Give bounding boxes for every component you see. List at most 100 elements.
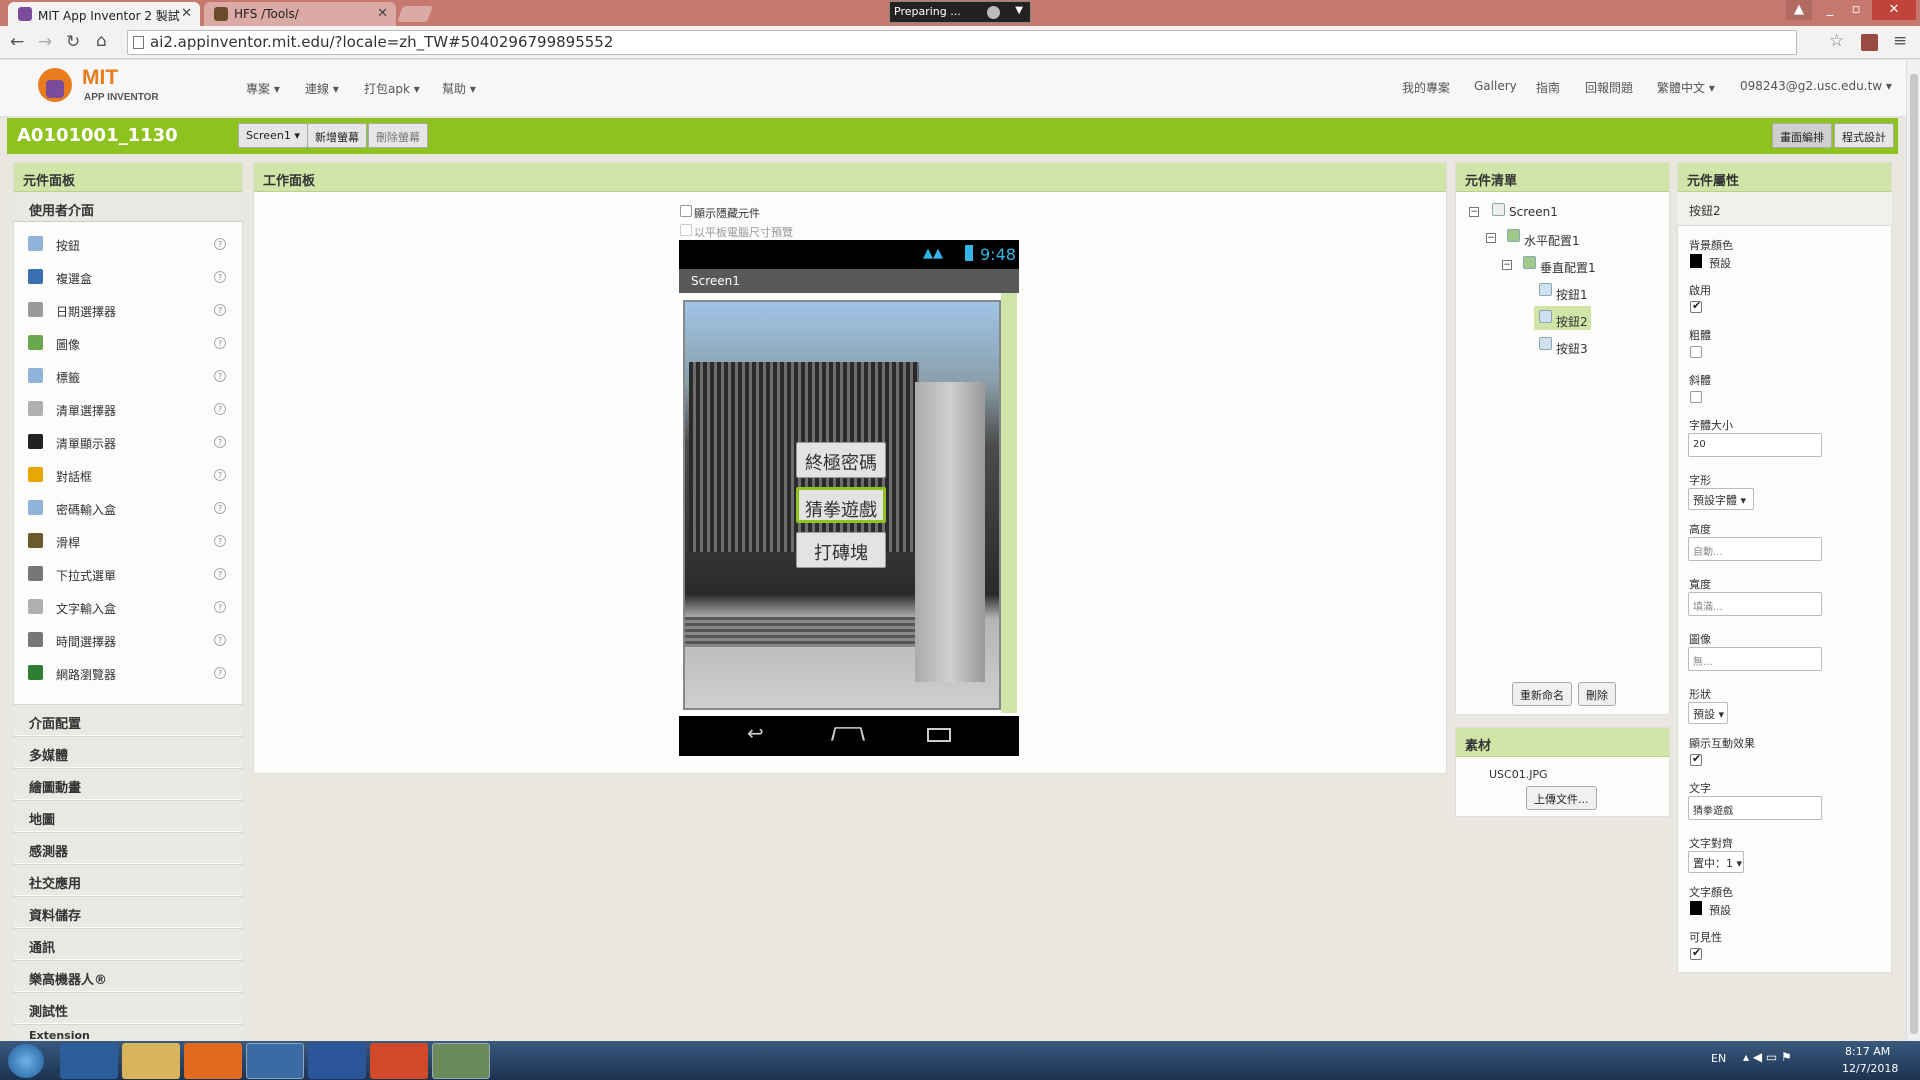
word-icon[interactable] xyxy=(308,1043,366,1079)
tree-item-screen1[interactable]: Screen1 xyxy=(1509,205,1558,219)
show-hidden-checkbox[interactable] xyxy=(680,205,692,217)
file-explorer-icon[interactable] xyxy=(122,1043,180,1079)
bold-checkbox[interactable] xyxy=(1690,346,1702,358)
palette-item-image[interactable]: 圖像? xyxy=(13,327,243,360)
media-file[interactable]: USC01.JPG xyxy=(1489,768,1548,781)
tree-item-vertical-arrangement[interactable]: 垂直配置1 xyxy=(1540,259,1596,276)
powerpoint-icon[interactable] xyxy=(370,1043,428,1079)
text-color-value[interactable]: 預設 xyxy=(1709,902,1731,918)
feedback-checkbox[interactable] xyxy=(1690,752,1702,766)
palette-item-passwordtextbox[interactable]: 密碼輸入盒? xyxy=(13,492,243,525)
text-color-swatch[interactable] xyxy=(1690,901,1702,915)
page-scrollbar[interactable] xyxy=(1906,60,1920,1041)
help-icon[interactable]: ? xyxy=(214,502,226,514)
palette-item-webviewer[interactable]: 網路瀏覽器? xyxy=(13,657,243,690)
upload-file-button[interactable]: 上傳文件... xyxy=(1526,786,1597,810)
forward-icon[interactable]: → xyxy=(38,32,52,52)
palette-category-lego[interactable]: 樂高機器人® xyxy=(13,960,243,991)
chevron-down-icon[interactable]: ▼ xyxy=(1015,5,1023,16)
menu-build[interactable]: 打包apk ▾ xyxy=(364,80,420,97)
palette-item-checkbox[interactable]: 複選盒? xyxy=(13,261,243,294)
shape-select[interactable]: 預設 ▾ xyxy=(1688,702,1728,724)
help-icon[interactable]: ? xyxy=(214,568,226,580)
back-icon[interactable]: ← xyxy=(10,32,24,52)
help-icon[interactable]: ? xyxy=(214,535,226,547)
palette-category-maps[interactable]: 地圖 xyxy=(13,800,243,831)
palette-category-social[interactable]: 社交應用 xyxy=(13,864,243,895)
help-icon[interactable]: ? xyxy=(214,337,226,349)
language-menu[interactable]: 繁體中文 ▾ xyxy=(1657,79,1715,96)
minimize-button[interactable]: _ xyxy=(1817,0,1843,20)
palette-category-layout[interactable]: 介面配置 xyxy=(13,704,243,735)
scrollbar-thumb[interactable] xyxy=(1910,74,1918,1034)
background-color-value[interactable]: 預設 xyxy=(1709,255,1731,271)
palette-item-notifier[interactable]: 對話框? xyxy=(13,459,243,492)
palette-category-media[interactable]: 多媒體 xyxy=(13,736,243,767)
font-select[interactable]: 預設字體 ▾ xyxy=(1688,488,1754,510)
help-icon[interactable]: ? xyxy=(214,271,226,283)
palette-category-user-interface[interactable]: 使用者介面 xyxy=(13,192,243,222)
palette-item-textbox[interactable]: 文字輸入盒? xyxy=(13,591,243,624)
palette-category-storage[interactable]: 資料儲存 xyxy=(13,896,243,927)
palette-item-button[interactable]: 按鈕? xyxy=(13,228,243,261)
remove-screen-button[interactable]: 刪除螢幕 xyxy=(368,123,428,148)
blocks-button[interactable]: 程式設計 xyxy=(1834,123,1894,148)
browser-tab[interactable]: HFS /Tools/ ✕ xyxy=(204,2,396,26)
help-icon[interactable]: ? xyxy=(214,601,226,613)
visible-checkbox[interactable] xyxy=(1690,946,1702,960)
menu-project[interactable]: 專案 ▾ xyxy=(246,80,280,97)
palette-item-spinner[interactable]: 下拉式選單? xyxy=(13,558,243,591)
palette-item-listview[interactable]: 清單顯示器? xyxy=(13,426,243,459)
collapse-toggle-icon[interactable]: − xyxy=(1469,207,1479,217)
help-icon[interactable]: ? xyxy=(214,634,226,646)
home-icon[interactable]: ⌂ xyxy=(96,31,107,51)
image-viewer-icon[interactable] xyxy=(432,1043,490,1079)
palette-item-datepicker[interactable]: 日期選擇器? xyxy=(13,294,243,327)
palette-category-experimental[interactable]: 測試性 xyxy=(13,992,243,1023)
designer-button[interactable]: 畫面編排 xyxy=(1772,123,1832,148)
tree-item-button1[interactable]: 按鈕1 xyxy=(1556,286,1588,303)
collapse-toggle-icon[interactable]: − xyxy=(1502,260,1512,270)
app-inventor-logo[interactable]: MIT APP INVENTOR xyxy=(38,66,168,111)
palette-item-label[interactable]: 標籤? xyxy=(13,360,243,393)
palette-category-sensors[interactable]: 感測器 xyxy=(13,832,243,863)
screen-select[interactable]: Screen1 ▾ xyxy=(238,123,308,148)
record-icon[interactable] xyxy=(987,6,1000,19)
help-icon[interactable]: ? xyxy=(214,403,226,415)
tree-item-button3[interactable]: 按鈕3 xyxy=(1556,340,1588,357)
help-icon[interactable]: ? xyxy=(214,436,226,448)
user-icon[interactable]: ▲ xyxy=(1786,0,1812,20)
help-icon[interactable]: ? xyxy=(214,667,226,679)
close-window-button[interactable]: ✕ xyxy=(1872,0,1916,20)
media-player-icon[interactable] xyxy=(184,1043,242,1079)
text-input[interactable]: 猜拳遊戲 xyxy=(1688,796,1822,820)
tree-item-button2[interactable]: 按鈕2 xyxy=(1556,313,1588,330)
bookmark-star-icon[interactable]: ☆ xyxy=(1829,31,1844,51)
palette-item-slider[interactable]: 滑桿? xyxy=(13,525,243,558)
link-report-issue[interactable]: 回報問題 xyxy=(1585,79,1633,96)
screen-title-bar[interactable]: Screen1 xyxy=(679,269,1019,293)
help-icon[interactable]: ? xyxy=(214,304,226,316)
help-icon[interactable]: ? xyxy=(214,238,226,250)
close-tab-icon[interactable]: ✕ xyxy=(181,6,192,21)
collapse-toggle-icon[interactable]: − xyxy=(1486,233,1496,243)
windows-start-icon[interactable] xyxy=(8,1044,44,1078)
language-indicator[interactable]: EN xyxy=(1711,1052,1726,1065)
text-alignment-select[interactable]: 置中：1 ▾ xyxy=(1688,851,1744,873)
fontsize-input[interactable]: 20 xyxy=(1688,433,1822,457)
link-gallery[interactable]: Gallery xyxy=(1474,79,1517,93)
tree-item-horizontal-arrangement[interactable]: 水平配置1 xyxy=(1524,232,1580,249)
add-screen-button[interactable]: 新增螢幕 xyxy=(307,123,367,148)
tablet-preview-checkbox[interactable] xyxy=(680,224,692,236)
rename-button[interactable]: 重新命名 xyxy=(1512,682,1572,706)
tray-icons[interactable]: ▴ ◀ ▭ ⚑ xyxy=(1743,1050,1792,1064)
internet-explorer-icon[interactable] xyxy=(60,1043,118,1079)
button-1-preview[interactable]: 終極密碼 xyxy=(796,442,886,478)
button-2-preview[interactable]: 猜拳遊戲 xyxy=(796,487,886,523)
chrome-icon[interactable] xyxy=(246,1043,304,1079)
enabled-checkbox[interactable] xyxy=(1690,299,1702,313)
height-input[interactable]: 自動... xyxy=(1688,537,1822,561)
help-icon[interactable]: ? xyxy=(214,469,226,481)
browser-tab-active[interactable]: MIT App Inventor 2 製試 ✕ xyxy=(8,2,200,26)
help-icon[interactable]: ? xyxy=(214,370,226,382)
